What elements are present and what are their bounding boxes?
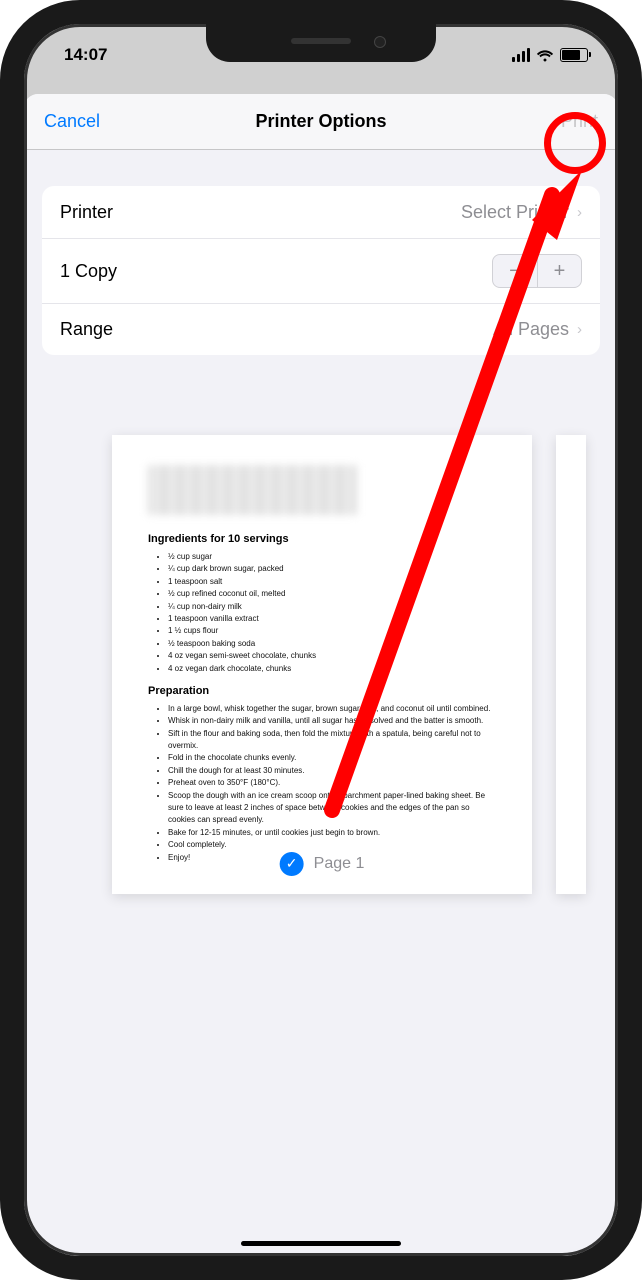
page-indicator[interactable]: ✓ Page 1 [280,852,365,876]
print-button[interactable]: Print [528,111,598,132]
list-item: Preheat oven to 350°F (180°C). [168,777,496,789]
chevron-right-icon: › [577,321,582,338]
preparation-list: In a large bowl, whisk together the suga… [148,703,496,864]
range-row[interactable]: Range All Pages › [42,303,600,355]
wifi-icon [536,48,554,62]
list-item: 4 oz vegan semi-sweet chocolate, chunks [168,650,496,662]
page-preview-2-peek[interactable] [556,435,586,894]
list-item: ½ cup sugar [168,551,496,563]
list-item: 1 teaspoon vanilla extract [168,613,496,625]
home-indicator[interactable] [241,1241,401,1246]
navigation-bar: Cancel Printer Options Print [24,94,618,150]
phone-screen: 14:07 Cancel Printer Options Print Print… [24,24,618,1256]
nav-title: Printer Options [255,111,386,132]
list-item: Cool completely. [168,839,496,851]
list-item: 1 teaspoon salt [168,576,496,588]
page-number-label: Page 1 [314,855,365,873]
list-item: Chill the dough for at least 30 minutes. [168,765,496,777]
document-title-redacted [148,465,357,515]
list-item: Bake for 12-15 minutes, or until cookies… [168,827,496,839]
chevron-right-icon: › [577,204,582,221]
list-item: ¼ cup non-dairy milk [168,601,496,613]
print-preview-area[interactable]: Ingredients for 10 servings ½ cup sugar¼… [42,435,600,894]
copies-row: 1 Copy − + [42,238,600,303]
preparation-heading: Preparation [148,685,496,697]
list-item: ½ cup refined coconut oil, melted [168,588,496,600]
modal-sheet: Cancel Printer Options Print Printer Sel… [24,94,618,1256]
printer-row[interactable]: Printer Select Printer › [42,186,600,238]
battery-icon [560,48,588,62]
list-item: 1 ½ cups flour [168,625,496,637]
cellular-icon [512,48,530,62]
settings-content: Printer Select Printer › 1 Copy − + Rang… [24,150,618,930]
list-item: In a large bowl, whisk together the suga… [168,703,496,715]
list-item: Fold in the chocolate chunks evenly. [168,752,496,764]
list-item: Scoop the dough with an ice cream scoop … [168,790,496,827]
ingredients-heading: Ingredients for 10 servings [148,533,496,545]
copies-label: 1 Copy [60,261,117,282]
copies-stepper: − + [492,254,582,288]
checkmark-icon: ✓ [280,852,304,876]
list-item: Sift in the flour and baking soda, then … [168,728,496,753]
list-item: ¼ cup dark brown sugar, packed [168,563,496,575]
ingredients-list: ½ cup sugar¼ cup dark brown sugar, packe… [148,551,496,675]
stepper-minus-button[interactable]: − [493,255,537,287]
list-item: ½ teaspoon baking soda [168,638,496,650]
range-label: Range [60,319,113,340]
stepper-plus-button[interactable]: + [537,255,581,287]
settings-group: Printer Select Printer › 1 Copy − + Rang… [42,186,600,355]
list-item: Whisk in non-dairy milk and vanilla, unt… [168,715,496,727]
cancel-button[interactable]: Cancel [44,111,114,132]
printer-value: Select Printer › [461,202,582,223]
list-item: 4 oz vegan dark chocolate, chunks [168,663,496,675]
printer-label: Printer [60,202,113,223]
device-notch [206,24,436,62]
range-value: All Pages › [493,319,582,340]
page-preview-1[interactable]: Ingredients for 10 servings ½ cup sugar¼… [112,435,532,894]
